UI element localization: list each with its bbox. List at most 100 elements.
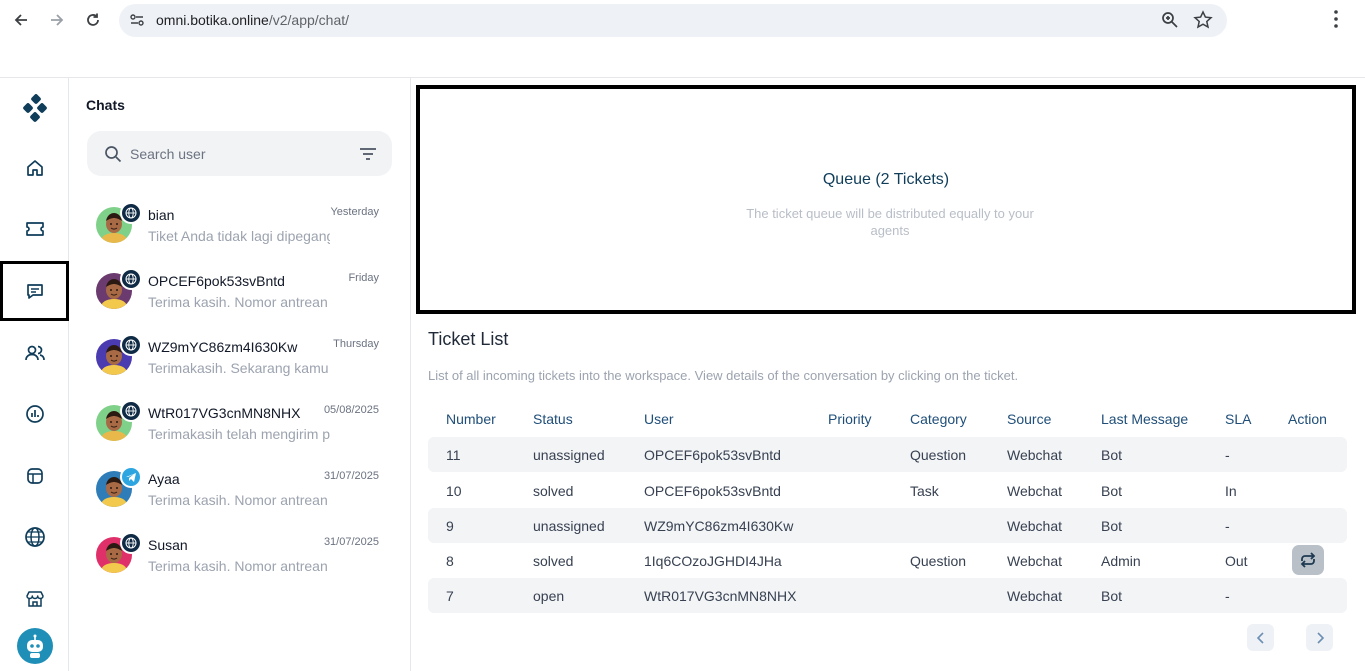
chevron-left-icon [1256, 631, 1264, 644]
column-header-sla[interactable]: SLA [1225, 411, 1251, 427]
cell-sla: - [1225, 447, 1230, 463]
cell-category: Task [910, 483, 939, 499]
sidebar-item-integrations[interactable] [0, 446, 69, 506]
ticket-list-description: List of all incoming tickets into the wo… [428, 368, 1019, 383]
chat-message-preview: Tiket Anda tidak lagi dipegang [148, 228, 330, 244]
sidebar-item-contacts[interactable] [0, 323, 69, 383]
column-header-status[interactable]: Status [533, 411, 573, 427]
chat-list-panel: Chats bian YesterdayTiket Anda tidak lagi… [69, 78, 411, 671]
bot-avatar[interactable] [17, 628, 53, 664]
search-user-input[interactable] [130, 143, 350, 165]
cube-icon [26, 468, 43, 484]
telegram-icon [120, 466, 142, 488]
column-header-action[interactable]: Action [1288, 411, 1327, 427]
cell-status: unassigned [533, 447, 605, 463]
more-vertical-icon [1334, 10, 1338, 28]
cell-sla: In [1225, 483, 1237, 499]
app-sidebar [0, 78, 69, 671]
cell-last-message: Bot [1101, 447, 1123, 463]
filter-icon[interactable] [359, 146, 377, 167]
url-path: /v2/app/chat/ [268, 12, 350, 28]
cell-last-message: Bot [1101, 588, 1123, 604]
bookmark-star-icon[interactable] [1193, 10, 1213, 35]
next-page-button[interactable] [1306, 624, 1333, 651]
webchat-globe-icon [120, 202, 142, 224]
chat-list-item[interactable]: Susan 31/07/2025 Terima kasih. Nomor antre… [69, 527, 411, 593]
prev-page-button[interactable] [1247, 624, 1274, 651]
cell-number: 10 [446, 483, 462, 499]
cell-number: 9 [446, 518, 454, 534]
queue-description: The ticket queue will be distributed equ… [746, 206, 1034, 238]
table-row[interactable]: 10 solved OPCEF6pok53svBntd Task Webchat Bot I… [428, 473, 1347, 508]
globe-icon [24, 527, 45, 547]
sidebar-item-reports[interactable] [0, 384, 69, 444]
address-bar[interactable]: omni.botika.online/v2/app/chat/ [119, 4, 1227, 37]
chat-list-item[interactable]: OPCEF6pok53svBntd Friday Terima kasih. Nom… [69, 263, 411, 329]
chat-contact-name: Ayaa [148, 471, 180, 487]
chat-contact-name: OPCEF6pok53svBntd [148, 273, 285, 289]
sidebar-item-store[interactable] [0, 569, 69, 629]
webchat-globe-icon [120, 400, 142, 422]
chat-list-item[interactable]: bian Yesterday Tiket Anda tidak lagi dipeg… [69, 197, 411, 263]
sidebar-item-tickets[interactable] [0, 199, 69, 259]
cell-number: 7 [446, 588, 454, 604]
chat-list-item[interactable]: WZ9mYC86zm4I630Kw Thursday Terimakasih. Se… [69, 329, 411, 395]
chat-contact-name: WZ9mYC86zm4I630Kw [148, 339, 298, 355]
reload-button[interactable] [81, 8, 105, 32]
cell-user: OPCEF6pok53svBntd [644, 483, 781, 499]
app-logo[interactable] [0, 78, 69, 138]
table-row[interactable]: 8 solved 1Iq6COzoJGHDI4JHa Question Webchat A… [428, 543, 1347, 578]
botika-logo-icon [22, 94, 47, 122]
sidebar-item-channels[interactable] [0, 507, 69, 567]
search-icon [104, 145, 122, 168]
sidebar-item-chats[interactable] [0, 261, 69, 321]
robot-icon [27, 634, 43, 658]
column-header-priority[interactable]: Priority [828, 411, 872, 427]
table-row[interactable]: 11 unassigned OPCEF6pok53svBntd Question Web… [428, 437, 1347, 472]
sidebar-item-home[interactable] [0, 138, 69, 198]
column-header-source[interactable]: Source [1007, 411, 1051, 427]
column-header-category[interactable]: Category [910, 411, 967, 427]
repeat-icon [1300, 552, 1316, 568]
column-header-last-message[interactable]: Last Message [1101, 411, 1188, 427]
column-header-number[interactable]: Number [446, 411, 496, 427]
ticket-list-title: Ticket List [428, 329, 509, 349]
queue-title: Queue (2 Tickets) [822, 171, 950, 188]
url-host: omni.botika.online [156, 12, 269, 28]
home-icon [26, 160, 43, 176]
zoom-icon[interactable] [1161, 11, 1179, 34]
table-row[interactable]: 9 unassigned WZ9mYC86zm4I630Kw Webchat Bot - [428, 508, 1347, 543]
cell-source: Webchat [1007, 447, 1062, 463]
chat-message-preview: Terima kasih. Nomor antrean Anda [148, 558, 330, 574]
chat-timestamp: Yesterday [330, 206, 379, 218]
chat-timestamp: 05/08/2025 [323, 404, 379, 416]
cell-number: 8 [446, 553, 454, 569]
cell-status: solved [533, 483, 574, 499]
cell-status: solved [533, 553, 574, 569]
column-header-user[interactable]: User [644, 411, 674, 427]
cell-source: Webchat [1007, 553, 1062, 569]
cell-last-message: Admin [1101, 553, 1141, 569]
reassign-button[interactable] [1292, 545, 1324, 575]
chat-list-item[interactable]: Ayaa 31/07/2025 Terima kasih. Nomor antrea… [69, 461, 411, 527]
chat-message-preview: Terimakasih. Sekarang kamu sudah [148, 360, 330, 376]
chat-contact-name: Susan [148, 537, 188, 553]
webchat-globe-icon [120, 532, 142, 554]
cell-source: Webchat [1007, 518, 1062, 534]
search-box[interactable] [87, 131, 392, 176]
queue-panel: Queue (2 Tickets) The ticket queue will … [416, 85, 1356, 314]
chat-list-item[interactable]: WtR017VG3cnMN8NHX 05/08/2025 Terimakasih t… [69, 395, 411, 461]
webchat-globe-icon [120, 334, 142, 356]
chat-contact-name: bian [148, 207, 175, 223]
cell-sla: Out [1225, 553, 1248, 569]
cell-user: OPCEF6pok53svBntd [644, 447, 781, 463]
users-icon [24, 345, 45, 361]
url-text: omni.botika.online/v2/app/chat/ [156, 12, 349, 28]
reload-icon [87, 13, 99, 26]
back-button[interactable] [9, 8, 33, 32]
site-settings-icon[interactable] [129, 12, 145, 33]
table-row[interactable]: 7 open WtR017VG3cnMN8NHX Webchat Bot - [428, 578, 1347, 613]
browser-menu-button[interactable] [1333, 9, 1339, 34]
forward-button[interactable] [45, 8, 69, 32]
cell-last-message: Bot [1101, 483, 1123, 499]
